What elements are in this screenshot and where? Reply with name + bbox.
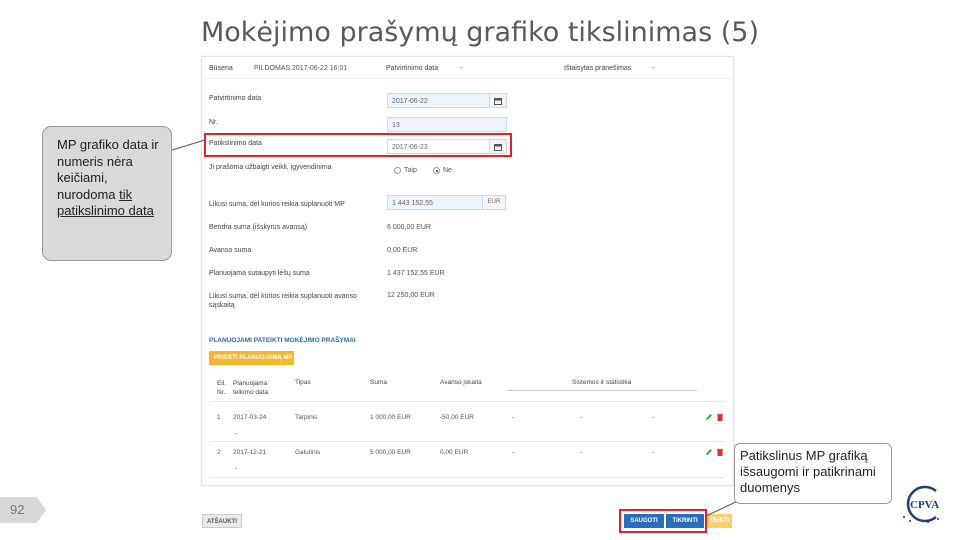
clarification-date-highlight [204, 133, 512, 157]
radio-yes-label: Taip [404, 167, 417, 174]
submit-button[interactable]: TEIKTI [706, 514, 732, 528]
table-divider [210, 477, 725, 478]
status-bar: Būsena PILDOMAS 2017-06-22 16:01 Patvirt… [202, 57, 733, 79]
trash-icon[interactable] [716, 413, 724, 421]
remaining-advance-label: Likusi suma, dėl kurios reikia suplanuot… [209, 293, 357, 309]
row-type: Tarpinis [295, 414, 318, 421]
row-date: 2017-12-21 [233, 449, 267, 456]
add-planned-mp-button[interactable]: PRIDĖTI PLANUOJAMĄ MP [209, 351, 294, 365]
table-divider [210, 441, 725, 442]
row-sum: 1 000,00 EUR [370, 414, 411, 421]
row-type: Galutinis [295, 449, 321, 456]
row-extra-1: - [512, 414, 515, 421]
total-sum-value: 6 000,00 EUR [387, 224, 431, 231]
header-divider [507, 390, 697, 391]
row-extra-3: - [652, 449, 655, 456]
total-remaining-unit: EUR [482, 195, 506, 210]
pencil-icon[interactable] [705, 413, 713, 421]
row-sub: - [235, 465, 238, 472]
save-check-highlight [619, 509, 707, 533]
row-extra-2: - [580, 414, 583, 421]
approval-date-input[interactable]: 2017-06-22 [387, 93, 491, 108]
cancel-button[interactable]: ATŠAUKTI [202, 514, 242, 528]
planned-sum-value: 1 437 152,55 EUR [387, 270, 445, 277]
cpva-logo: CPVA [903, 485, 939, 523]
row-advance: 0,00 EUR [440, 449, 469, 456]
row-extra-2: - [580, 449, 583, 456]
radio-no-label: Ne [443, 167, 452, 174]
calendar-icon [494, 97, 502, 105]
approval-date-calendar-button[interactable] [489, 93, 507, 108]
completion-question-label: Ji prašoma užbaigti veikli, įgyvendinima [209, 164, 332, 171]
number-label: Nr. [209, 119, 218, 126]
planned-requests-title: PLANUOJAMI PATEIKTI MOKĖJIMO PRAŠYMAI [209, 337, 356, 344]
col-header-no: Eil. Nr. [217, 380, 227, 396]
row-advance: -50,00 EUR [440, 414, 474, 421]
col-header-date: Planuojama teikimo data [233, 380, 269, 396]
left-callout-text: MP grafiko data ir numeris nėra keičiami… [57, 137, 159, 202]
planned-sum-label: Planuojama sutaupyti lėšų suma [209, 270, 310, 277]
advance-sum-value: 0,00 EUR [387, 247, 418, 254]
number-input[interactable]: 13 [387, 117, 507, 132]
returned-value: - [652, 65, 655, 72]
col-header-advance: Avanso įskaita [440, 379, 482, 386]
remaining-advance-value: 12 250,00 EUR [387, 292, 435, 299]
row-sub: - [235, 430, 238, 437]
row-extra-1: - [512, 449, 515, 456]
status-date: 2017-06-22 16:01 [292, 65, 348, 72]
row-no: 2 [217, 449, 221, 456]
approval-date-value: - [460, 65, 463, 72]
pencil-icon[interactable] [705, 448, 713, 456]
mp-schedule-form: Būsena PILDOMAS 2017-06-22 16:01 Patvirt… [201, 56, 734, 486]
row-extra-3: - [652, 414, 655, 421]
advance-sum-label: Avanso suma [209, 247, 252, 254]
status-value: PILDOMAS [254, 65, 291, 72]
right-callout: Patikslinus MP grafiką išsaugomi ir pati… [734, 443, 892, 504]
col-header-type: Tipas [295, 379, 311, 386]
radio-yes[interactable] [394, 167, 401, 174]
total-remaining-input[interactable]: 1 443 152,55 [387, 195, 483, 210]
slide-title: Mokėjimo prašymų grafiko tikslinimas (5) [200, 17, 759, 48]
total-remaining-label: Likusi suma, dėl kurios reikia suplanuot… [209, 201, 345, 208]
left-callout: MP grafiko data ir numeris nėra keičiami… [42, 126, 172, 261]
col-header-sum: Suma [370, 379, 387, 386]
table-divider [210, 401, 725, 402]
approval-date-label: Patvirtinimo data [386, 65, 439, 72]
page-number: 92 [0, 497, 46, 523]
radio-no[interactable] [433, 167, 440, 174]
row-date: 2017-03-24 [233, 414, 267, 421]
trash-icon[interactable] [716, 448, 724, 456]
status-label: Būsena [209, 65, 233, 72]
returned-label: Ištaisytas pranešimas [564, 65, 632, 72]
logo-text: CPVA [910, 499, 939, 511]
col-header-systems: Sistemos ir statistika [572, 379, 632, 386]
total-sum-label: Bendra suma (išskyrus avansą) [209, 224, 308, 231]
approval-date-field-label: Patvirtinimo data [209, 95, 262, 102]
row-no: 1 [217, 414, 221, 421]
row-sum: 5 000,00 EUR [370, 449, 411, 456]
